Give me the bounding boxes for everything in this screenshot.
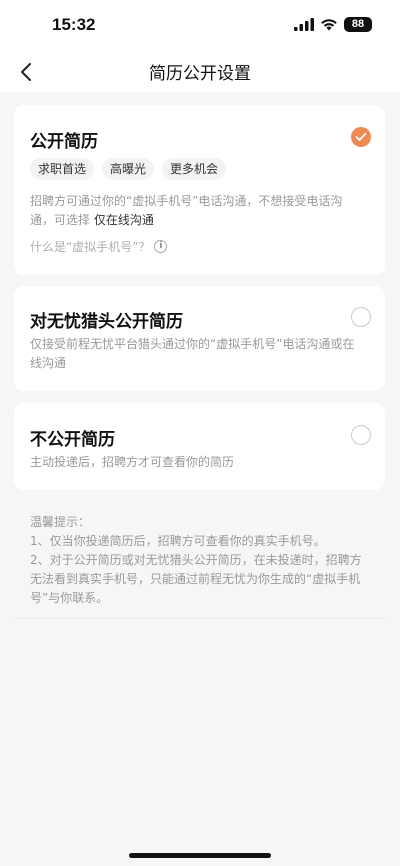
option-title: 不公开简历 (30, 430, 115, 450)
description-text: 招聘方可通过你的“虚拟手机号”电话沟通，不想接受电话沟通，可选择 (30, 194, 343, 227)
option-private-resume[interactable]: 不公开简历 主动投递后，招聘方才可查看你的简历 (14, 403, 385, 490)
divider (14, 618, 385, 619)
status-time: 15:32 (52, 15, 96, 34)
tips-section: 温馨提示： 1、仅当你投递简历后，招聘方可查看你的真实手机号。 2、对于公开简历… (30, 513, 368, 608)
tip-item: 1、仅当你投递简历后，招聘方可查看你的真实手机号。 (30, 534, 326, 548)
signal-icon (294, 18, 314, 31)
option-title: 公开简历 (30, 132, 98, 152)
help-text: 什么是“虚拟手机号”？ (30, 240, 151, 254)
status-icons: 88 (294, 17, 372, 32)
tag: 高曝光 (102, 158, 155, 180)
home-indicator (129, 853, 271, 858)
page-title: 简历公开设置 (149, 64, 251, 84)
option-description: 招聘方可通过你的“虚拟手机号”电话沟通，不想接受电话沟通，可选择 仅在线沟通 (30, 192, 366, 230)
tag: 更多机会 (162, 158, 227, 180)
option-description: 仅接受前程无忧平台猎头通过你的“虚拟手机号”电话沟通或在线沟通 (30, 337, 355, 370)
tag: 求职首选 (30, 158, 95, 180)
tip-item: 2、对于公开简历或对无忧猎头公开简历，在未投递时，招聘方无法看到真实手机号，只能… (30, 553, 362, 605)
option-headhunter-public[interactable]: 对无忧猎头公开简历 仅接受前程无忧平台猎头通过你的“虚拟手机号”电话沟通或在线沟… (14, 286, 385, 391)
option-public-resume[interactable]: 公开简历 求职首选 高曝光 更多机会 招聘方可通过你的“虚拟手机号”电话沟通，不… (14, 105, 385, 275)
option-title: 对无忧猎头公开简历 (30, 312, 183, 332)
radio-unselected[interactable] (351, 425, 371, 445)
tips-title: 温馨提示： (30, 515, 91, 529)
virtual-number-help-link[interactable]: 什么是“虚拟手机号”？ i (30, 238, 168, 255)
online-only-text: 仅在线沟通 (90, 213, 154, 227)
status-bar: 15:32 88 (0, 0, 400, 52)
wifi-icon (321, 19, 337, 31)
radio-unselected[interactable] (351, 307, 371, 327)
battery-indicator: 88 (344, 17, 372, 32)
option-description: 主动投递后，招聘方才可查看你的简历 (30, 455, 235, 469)
info-icon: i (154, 240, 168, 253)
nav-bar: 简历公开设置 (0, 52, 400, 92)
check-icon (355, 132, 367, 141)
tag-list: 求职首选 高曝光 更多机会 (30, 158, 227, 180)
radio-selected[interactable] (351, 127, 371, 147)
